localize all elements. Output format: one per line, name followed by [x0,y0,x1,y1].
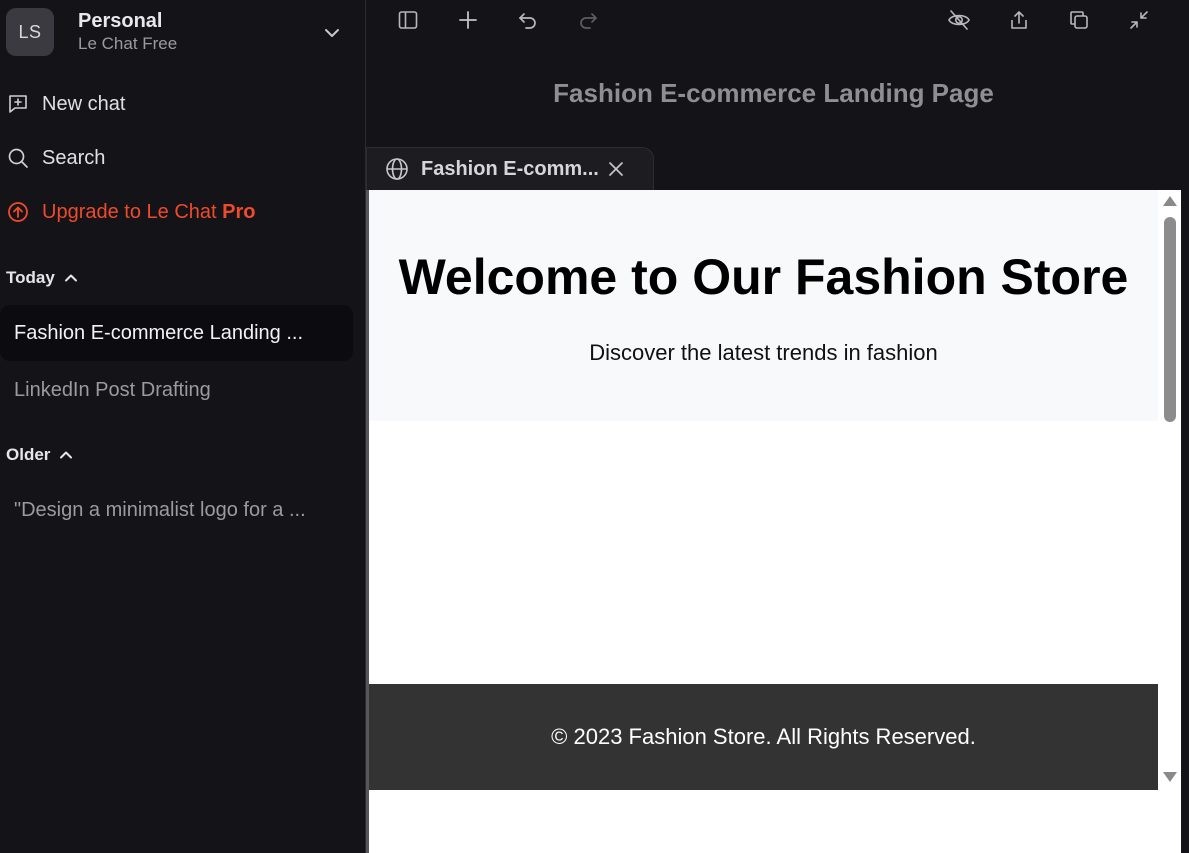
redo-icon [580,13,597,29]
chevron-up-icon [60,451,73,459]
plus-icon [459,11,477,29]
sidebar-toggle-button[interactable] [394,6,422,34]
scroll-up-arrow-icon[interactable] [1163,196,1177,206]
share-button[interactable] [1005,6,1033,34]
sidebar-toggle-icon [398,11,418,29]
chevron-up-icon [64,274,77,282]
new-chat-label: New chat [42,92,126,115]
add-button[interactable] [454,6,482,34]
new-chat-icon [6,92,30,116]
hero-section: Welcome to Our Fashion Store Discover th… [369,190,1158,421]
hero-subtitle: Discover the latest trends in fashion [589,340,938,365]
section-older-label: Older [6,445,51,464]
preview-scrollbar[interactable] [1158,190,1181,790]
globe-icon [386,158,408,180]
upgrade-label: Upgrade to Le Chat Pro [42,200,256,223]
workspace-name: Personal [78,10,163,32]
search-label: Search [42,146,106,169]
search-icon [6,146,30,170]
document-title: Fashion E-commerce Landing Page [553,78,994,108]
minimize-button[interactable] [1125,6,1153,34]
redo-button[interactable] [574,6,602,34]
section-today-toggle[interactable]: Today [6,265,79,291]
copy-button[interactable] [1065,6,1093,34]
eye-off-icon [948,10,970,30]
workspace-plan: Le Chat Free [78,34,178,53]
chat-item-linkedin-post[interactable]: LinkedIn Post Drafting [0,362,353,418]
canvas-panel: Fashion E-commerce Landing Page Fashion … [366,0,1189,853]
copy-icon [1070,11,1088,29]
avatar: LS [6,8,54,56]
preview-frame[interactable]: Welcome to Our Fashion Store Discover th… [369,190,1181,853]
scroll-down-arrow-icon[interactable] [1163,772,1177,782]
close-tab-button[interactable] [607,160,625,178]
sidebar: LS Personal Le Chat Free New chat Search… [0,0,365,853]
close-icon [608,162,623,176]
hide-preview-button[interactable] [945,6,973,34]
chat-item-fashion-landing[interactable]: Fashion E-commerce Landing ... [0,305,353,361]
undo-button[interactable] [514,6,542,34]
section-today-label: Today [6,268,55,287]
footer-text: © 2023 Fashion Store. All Rights Reserve… [551,724,976,749]
tab-fashion-landing[interactable]: Fashion E-comm... [366,147,654,190]
section-older-toggle[interactable]: Older [6,442,74,468]
arrow-up-circle-icon [6,200,30,224]
tab-label: Fashion E-comm... [421,157,599,180]
new-chat-button[interactable]: New chat [6,86,125,122]
scrollbar-thumb[interactable] [1164,217,1176,422]
minimize-icon [1130,11,1148,29]
upgrade-button[interactable]: Upgrade to Le Chat Pro [6,194,255,230]
chevron-down-icon [325,29,339,37]
workspace-switcher[interactable]: LS Personal Le Chat Free [6,7,356,57]
chat-item-minimalist-logo[interactable]: "Design a minimalist logo for a ... [0,482,353,538]
share-icon [1011,11,1027,29]
page-footer: © 2023 Fashion Store. All Rights Reserve… [369,684,1158,790]
hero-title: Welcome to Our Fashion Store [398,249,1129,305]
undo-icon [519,13,536,29]
search-button[interactable]: Search [6,140,105,176]
app-window: LS Personal Le Chat Free New chat Search… [0,0,1189,853]
